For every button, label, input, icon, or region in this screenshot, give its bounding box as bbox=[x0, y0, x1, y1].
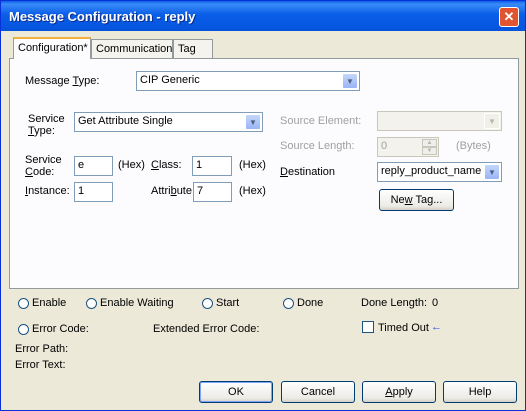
cancel-button[interactable]: Cancel bbox=[281, 381, 355, 403]
source-length-stepper[interactable]: 0 ▲ ▼ bbox=[377, 137, 439, 157]
title-bar[interactable]: Message Configuration - reply ✕ bbox=[1, 1, 525, 31]
tab-tag[interactable]: Tag bbox=[173, 39, 213, 58]
timed-out-checkbox[interactable] bbox=[362, 321, 374, 333]
error-code-indicator bbox=[18, 324, 29, 335]
class-input[interactable]: 1 bbox=[192, 156, 232, 176]
service-code-input[interactable]: e bbox=[74, 156, 113, 176]
chevron-down-icon[interactable]: ▼ bbox=[484, 164, 500, 180]
extended-error-code-label: Extended Error Code: bbox=[153, 323, 260, 335]
tab-communication[interactable]: Communication bbox=[91, 39, 173, 58]
spin-up-icon[interactable]: ▲ bbox=[422, 139, 437, 147]
enable-indicator bbox=[18, 298, 29, 309]
done-indicator bbox=[283, 298, 294, 309]
window-title: Message Configuration - reply bbox=[9, 9, 196, 24]
configuration-panel: Message Type: CIP Generic ▼ Service Type:… bbox=[9, 58, 519, 289]
instance-label: Instance: bbox=[25, 185, 70, 197]
service-code-unit: (Hex) bbox=[118, 159, 145, 171]
close-button[interactable]: ✕ bbox=[499, 7, 519, 27]
source-length-unit: (Bytes) bbox=[456, 140, 491, 152]
attribute-unit: (Hex) bbox=[239, 185, 266, 197]
apply-button[interactable]: Apply bbox=[362, 381, 436, 403]
source-length-label: Source Length: bbox=[280, 140, 355, 152]
done-length-label: Done Length: bbox=[361, 297, 428, 309]
error-text-label: Error Text: bbox=[15, 359, 66, 371]
destination-label: Destination bbox=[280, 166, 336, 178]
source-element-label: Source Element: bbox=[280, 115, 362, 127]
chevron-down-icon[interactable]: ▼ bbox=[484, 113, 500, 129]
message-configuration-window: Message Configuration - reply ✕ Configur… bbox=[0, 0, 526, 411]
spin-down-icon[interactable]: ▼ bbox=[422, 147, 437, 155]
class-label: Class: bbox=[151, 159, 182, 171]
error-path-label: Error Path: bbox=[15, 343, 69, 355]
tab-configuration[interactable]: Configuration* bbox=[13, 37, 91, 59]
enable-waiting-indicator bbox=[86, 298, 97, 309]
help-button[interactable]: Help bbox=[443, 381, 517, 403]
ok-button[interactable]: OK bbox=[199, 381, 273, 403]
new-tag-button[interactable]: New Tag... bbox=[379, 189, 454, 211]
attribute-label: Attribute: bbox=[151, 185, 196, 197]
enable-waiting-label: Enable Waiting bbox=[100, 297, 174, 309]
start-indicator bbox=[202, 298, 213, 309]
service-type-label: Service Type: bbox=[28, 113, 65, 137]
instance-input[interactable]: 1 bbox=[74, 182, 113, 202]
message-type-dropdown[interactable]: CIP Generic ▼ bbox=[136, 71, 360, 91]
service-type-dropdown[interactable]: Get Attribute Single ▼ bbox=[74, 112, 263, 132]
source-element-dropdown[interactable]: ▼ bbox=[377, 111, 502, 131]
enable-label: Enable bbox=[32, 297, 67, 309]
chevron-down-icon[interactable]: ▼ bbox=[342, 73, 358, 89]
class-unit: (Hex) bbox=[239, 159, 266, 171]
attribute-input[interactable]: 7 bbox=[193, 182, 232, 202]
error-code-label: Error Code: bbox=[32, 323, 89, 335]
done-length-value: 0 bbox=[432, 297, 439, 309]
destination-dropdown[interactable]: reply_product_name ▼ bbox=[377, 162, 502, 182]
start-label: Start bbox=[216, 297, 240, 309]
arrow-left-icon: ← bbox=[431, 321, 442, 333]
service-code-label: Service Code: bbox=[25, 154, 62, 178]
done-label: Done bbox=[297, 297, 324, 309]
message-type-label: Message Type: bbox=[25, 75, 100, 87]
chevron-down-icon[interactable]: ▼ bbox=[245, 114, 261, 130]
timed-out-label: Timed Out bbox=[378, 322, 429, 334]
close-icon: ✕ bbox=[503, 9, 515, 24]
